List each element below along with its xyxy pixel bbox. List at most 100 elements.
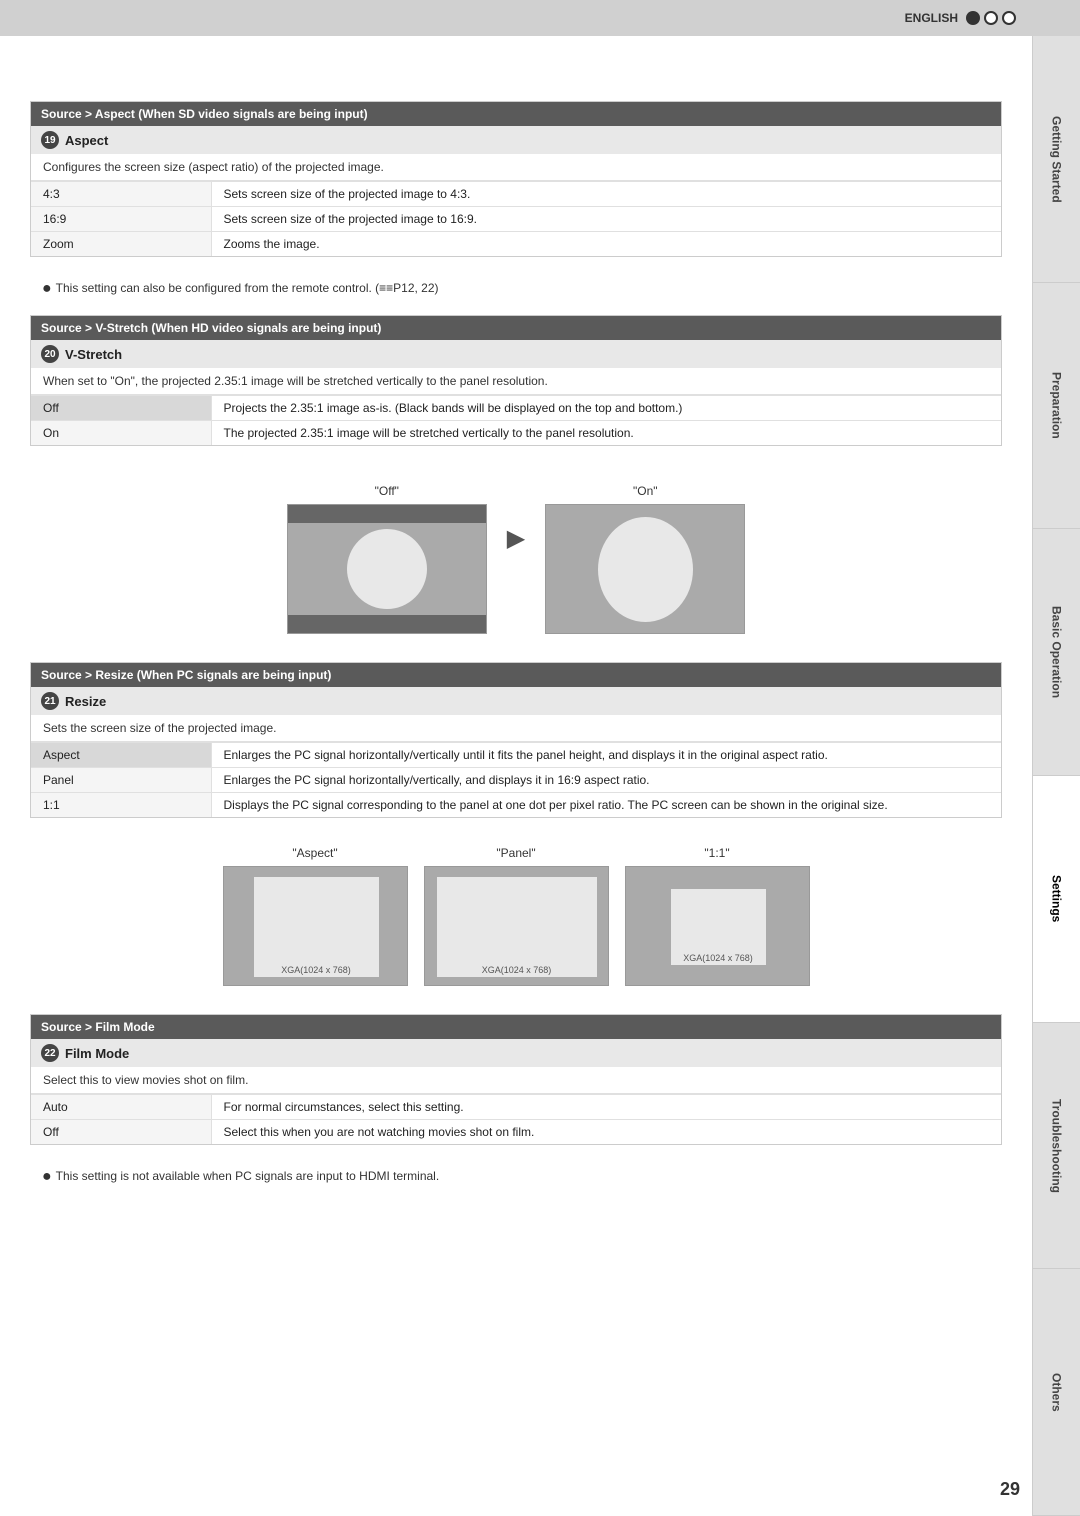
diagram-aspect-label: "Aspect" <box>292 846 337 860</box>
section-vstretch-table: Off Projects the 2.35:1 image as-is. (Bl… <box>31 395 1001 445</box>
filmmode-note: ● This setting is not available when PC … <box>30 1163 1002 1191</box>
xga-label-aspect: XGA(1024 x 768) <box>281 965 351 975</box>
right-sidebar: Getting Started Preparation Basic Operat… <box>1032 36 1080 1516</box>
sidebar-tab-troubleshooting[interactable]: Troubleshooting <box>1033 1023 1080 1270</box>
sidebar-tab-settings[interactable]: Settings <box>1033 776 1080 1023</box>
table-row: Panel Enlarges the PC signal horizontall… <box>31 768 1001 793</box>
page-number: 29 <box>1000 1479 1020 1500</box>
table-row: Zoom Zooms the image. <box>31 232 1001 257</box>
diagram-off: "Off" <box>287 484 487 634</box>
sidebar-tab-basic-operation[interactable]: Basic Operation <box>1033 529 1080 776</box>
section-aspect-header: Source > Aspect (When SD video signals a… <box>31 102 1001 126</box>
option-on-vstretch: On <box>31 421 211 446</box>
table-row: Auto For normal circumstances, select th… <box>31 1095 1001 1120</box>
diagram-inner-oval-on <box>598 517 693 622</box>
diagram-arrow: ▶ <box>507 484 525 553</box>
desc-zoom: Zooms the image. <box>211 232 1001 257</box>
table-row: Aspect Enlarges the PC signal horizontal… <box>31 743 1001 768</box>
section-resize-num: 21 <box>41 692 59 710</box>
diagram-11: "1:1" XGA(1024 x 768) <box>625 846 810 986</box>
black-band-bottom <box>288 615 486 633</box>
sidebar-tab-getting-started[interactable]: Getting Started <box>1033 36 1080 283</box>
desc-aspect-resize: Enlarges the PC signal horizontally/vert… <box>211 743 1001 768</box>
diagram-off-label: "Off" <box>375 484 399 498</box>
xga-label-11: XGA(1024 x 768) <box>683 953 753 963</box>
diagram-aspect: "Aspect" XGA(1024 x 768) <box>223 846 408 986</box>
dot-empty-icon-1 <box>984 11 998 25</box>
resize-diagram: "Aspect" XGA(1024 x 768) "Panel" XGA(102… <box>30 836 1002 996</box>
section-filmmode-num: 22 <box>41 1044 59 1062</box>
section-vstretch-title-row: 20 V-Stretch <box>31 340 1001 368</box>
section-filmmode-header: Source > Film Mode <box>31 1015 1001 1039</box>
diagram-panel-box: XGA(1024 x 768) <box>424 866 609 986</box>
section-filmmode-title: Film Mode <box>65 1046 129 1061</box>
option-aspect-resize: Aspect <box>31 743 211 768</box>
desc-43: Sets screen size of the projected image … <box>211 182 1001 207</box>
desc-11-resize: Displays the PC signal corresponding to … <box>211 793 1001 818</box>
diagram-11-inner: XGA(1024 x 768) <box>671 889 766 965</box>
diagram-off-box <box>287 504 487 634</box>
section-vstretch-num: 20 <box>41 345 59 363</box>
bullet-icon: ● <box>42 281 52 297</box>
section-aspect-table: 4:3 Sets screen size of the projected im… <box>31 181 1001 256</box>
filmmode-note-text: This setting is not available when PC si… <box>56 1169 440 1183</box>
top-bar: ENGLISH <box>0 0 1080 36</box>
section-vstretch-header: Source > V-Stretch (When HD video signal… <box>31 316 1001 340</box>
section-resize-title-row: 21 Resize <box>31 687 1001 715</box>
section-resize-header: Source > Resize (When PC signals are bei… <box>31 663 1001 687</box>
section-filmmode: Source > Film Mode 22 Film Mode Select t… <box>30 1014 1002 1145</box>
main-content: Source > Aspect (When SD video signals a… <box>0 36 1032 1221</box>
diagram-11-label: "1:1" <box>704 846 729 860</box>
option-off-vstretch: Off <box>31 396 211 421</box>
diagram-inner-circle-off <box>347 529 427 609</box>
table-row: 4:3 Sets screen size of the projected im… <box>31 182 1001 207</box>
desc-off-vstretch: Projects the 2.35:1 image as-is. (Black … <box>211 396 1001 421</box>
diagram-panel: "Panel" XGA(1024 x 768) <box>424 846 609 986</box>
section-aspect-desc: Configures the screen size (aspect ratio… <box>31 154 1001 181</box>
diagram-on: "On" <box>545 484 745 634</box>
bullet-icon-filmmode: ● <box>42 1169 52 1185</box>
sidebar-tab-others[interactable]: Others <box>1033 1269 1080 1516</box>
diagram-on-box <box>545 504 745 634</box>
diagram-aspect-inner: XGA(1024 x 768) <box>254 877 379 977</box>
aspect-note: ● This setting can also be configured fr… <box>30 275 1002 303</box>
section-resize-table: Aspect Enlarges the PC signal horizontal… <box>31 742 1001 817</box>
language-label: ENGLISH <box>905 11 958 25</box>
table-row: Off Select this when you are not watchin… <box>31 1120 1001 1145</box>
diagram-panel-inner: XGA(1024 x 768) <box>437 877 597 977</box>
option-auto-filmmode: Auto <box>31 1095 211 1120</box>
option-off-filmmode: Off <box>31 1120 211 1145</box>
desc-auto-filmmode: For normal circumstances, select this se… <box>211 1095 1001 1120</box>
diagram-11-box: XGA(1024 x 768) <box>625 866 810 986</box>
table-row: Off Projects the 2.35:1 image as-is. (Bl… <box>31 396 1001 421</box>
section-aspect-title: Aspect <box>65 133 108 148</box>
option-43: 4:3 <box>31 182 211 207</box>
diagram-panel-label: "Panel" <box>496 846 535 860</box>
section-resize-desc: Sets the screen size of the projected im… <box>31 715 1001 742</box>
desc-panel-resize: Enlarges the PC signal horizontally/vert… <box>211 768 1001 793</box>
section-resize: Source > Resize (When PC signals are bei… <box>30 662 1002 818</box>
section-filmmode-table: Auto For normal circumstances, select th… <box>31 1094 1001 1144</box>
table-row: 16:9 Sets screen size of the projected i… <box>31 207 1001 232</box>
desc-off-filmmode: Select this when you are not watching mo… <box>211 1120 1001 1145</box>
aspect-note-text: This setting can also be configured from… <box>56 281 439 295</box>
option-169: 16:9 <box>31 207 211 232</box>
vstretch-diagram: "Off" ▶ "On" <box>30 464 1002 644</box>
option-zoom: Zoom <box>31 232 211 257</box>
section-vstretch-title: V-Stretch <box>65 347 122 362</box>
diagram-on-label: "On" <box>633 484 658 498</box>
sidebar-tab-preparation[interactable]: Preparation <box>1033 283 1080 530</box>
option-panel-resize: Panel <box>31 768 211 793</box>
xga-label-panel: XGA(1024 x 768) <box>482 965 552 975</box>
dot-filled-icon <box>966 11 980 25</box>
diagram-aspect-box: XGA(1024 x 768) <box>223 866 408 986</box>
black-band-top <box>288 505 486 523</box>
desc-169: Sets screen size of the projected image … <box>211 207 1001 232</box>
dot-empty-icon-2 <box>1002 11 1016 25</box>
section-vstretch-desc: When set to "On", the projected 2.35:1 i… <box>31 368 1001 395</box>
section-filmmode-title-row: 22 Film Mode <box>31 1039 1001 1067</box>
desc-on-vstretch: The projected 2.35:1 image will be stret… <box>211 421 1001 446</box>
section-vstretch: Source > V-Stretch (When HD video signal… <box>30 315 1002 446</box>
option-11-resize: 1:1 <box>31 793 211 818</box>
table-row: 1:1 Displays the PC signal corresponding… <box>31 793 1001 818</box>
